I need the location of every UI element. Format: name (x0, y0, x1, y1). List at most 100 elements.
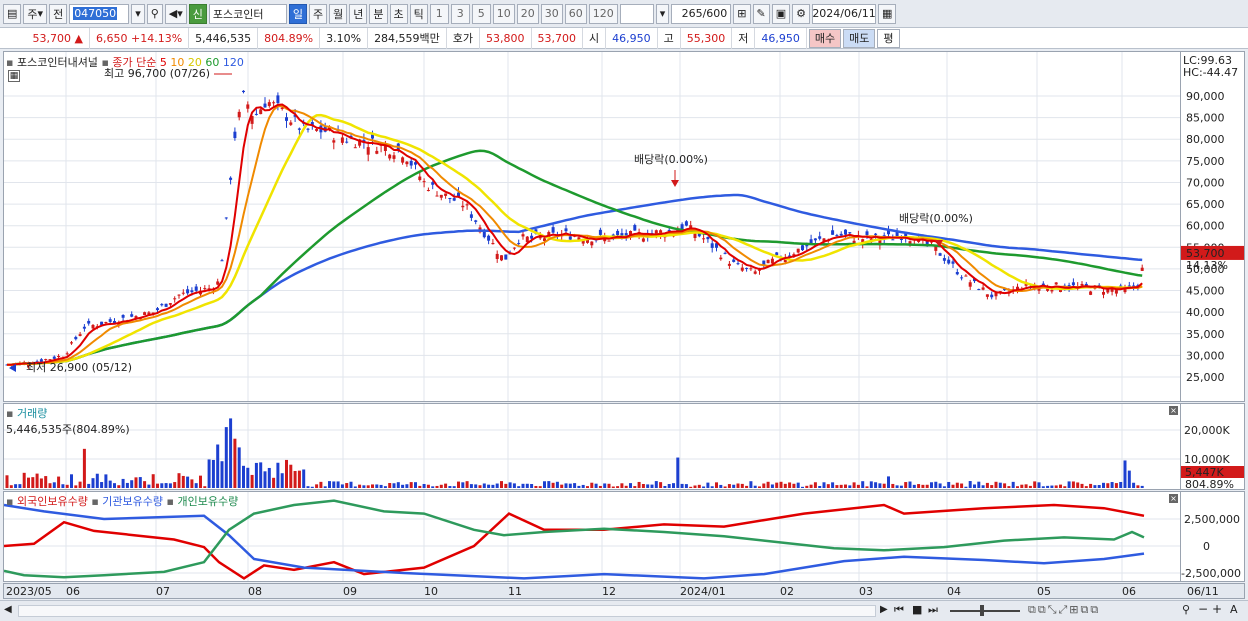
volume-bar (672, 483, 675, 488)
prefix-button[interactable]: 전 (49, 3, 68, 24)
menu-icon[interactable]: ▤ (3, 3, 22, 24)
volume-bar (629, 483, 632, 488)
zoom-slider-handle[interactable] (980, 605, 984, 616)
candle-body (276, 95, 280, 104)
interval-60[interactable]: 60 (564, 3, 587, 24)
volume-bar (577, 485, 581, 488)
count-field[interactable]: 265/600 (671, 3, 732, 24)
interval-20[interactable]: 20 (516, 3, 539, 24)
volume-bar (930, 482, 933, 488)
volume-bar (216, 444, 220, 488)
volume-bar (35, 473, 39, 488)
gear-icon[interactable]: ⚙ (792, 3, 811, 24)
legend-bullet-icon: ▪ (101, 56, 109, 69)
candle-body (749, 268, 753, 270)
last-page-icon[interactable]: ⏭ (928, 603, 938, 617)
interval-3[interactable]: 3 (450, 3, 470, 24)
candle-body (409, 160, 413, 166)
search-icon[interactable]: ⚲ (146, 3, 163, 24)
volume-bar (813, 482, 817, 488)
scroll-right-icon[interactable]: ▶ (880, 604, 888, 615)
high-value: 55,300 (681, 27, 733, 49)
calendar-icon[interactable]: ▦ (878, 3, 897, 24)
code-dropdown-icon[interactable]: ▾ (131, 3, 145, 24)
close-icon[interactable]: × (1169, 406, 1178, 415)
interval-5[interactable]: 5 (471, 3, 491, 24)
volume-bar (237, 447, 241, 488)
volume-chart[interactable] (4, 404, 1180, 489)
interval-10[interactable]: 10 (492, 3, 515, 24)
candle-body (839, 233, 843, 236)
type-select[interactable]: 주 ▾ (23, 3, 48, 24)
price-chart[interactable]: 최고 96,700 (07/26)최저 26,900 (05/12)배당락(0.… (4, 52, 1180, 401)
sell-button[interactable]: 매도 (843, 28, 876, 48)
candle-body (263, 103, 267, 108)
volume-bar (61, 484, 65, 488)
volume-bar (633, 486, 637, 488)
volume-bar (865, 486, 869, 488)
period-tick[interactable]: 틱 (409, 3, 428, 24)
close-icon[interactable]: × (1169, 494, 1178, 503)
candle-body (942, 258, 946, 261)
date-field[interactable]: 2024/06/11 (812, 3, 877, 24)
period-month[interactable]: 월 (329, 3, 348, 24)
period-year[interactable]: 년 (349, 3, 368, 24)
zoom-in-icon[interactable]: + (1212, 602, 1222, 616)
period-day[interactable]: 일 (288, 3, 308, 24)
volume-bar (1071, 481, 1075, 488)
magnifier-icon[interactable]: ⚲ (1182, 603, 1190, 616)
quote-bar: 53,700 ▲ 6,650 +14.13% 5,446,535 804.89%… (0, 27, 1248, 49)
volume-bar (616, 486, 620, 488)
holdings-panel[interactable]: ▪ 외국인보유수량 ▪ 기관보유수량 ▪ 개인보유수량 × (3, 491, 1181, 582)
volume-bar (1011, 481, 1015, 488)
stock-name-field[interactable]: 포스코인터 (208, 3, 287, 24)
interval-1[interactable]: 1 (429, 3, 449, 24)
first-page-icon[interactable]: ⏮ (894, 603, 904, 617)
price-tick: 75,000 (1186, 155, 1225, 168)
legend-bullet-icon: ▪ (91, 495, 99, 508)
volume-bar (439, 484, 443, 488)
candle-body (91, 324, 95, 329)
speaker-icon[interactable]: ◀▾ (164, 3, 187, 24)
interval-120[interactable]: 120 (588, 3, 618, 24)
interval-dropdown-icon[interactable]: ▾ (655, 3, 670, 24)
holdings-legend: ▪ 외국인보유수량 ▪ 기관보유수량 ▪ 개인보유수량 (6, 493, 238, 509)
volume-bar (650, 484, 654, 488)
candle-body (272, 102, 276, 104)
volume-bar (960, 483, 964, 488)
price-chart-panel[interactable]: 최고 96,700 (07/26) 최저 26,900 (05/12) 배당락(0.… (3, 51, 1181, 402)
period-minute[interactable]: 분 (369, 3, 388, 24)
zoom-out-icon[interactable]: − (1198, 602, 1208, 616)
volume-bar (482, 483, 486, 488)
period-week[interactable]: 주 (309, 3, 328, 24)
volume-bar (693, 485, 697, 488)
table-icon[interactable]: ▦ (8, 70, 20, 82)
candle-body (156, 308, 159, 311)
zoom-slider[interactable] (950, 610, 1020, 612)
volume-bar (504, 483, 508, 488)
volume-bar (861, 481, 865, 488)
buy-button[interactable]: 매수 (808, 28, 842, 48)
candle-body (512, 247, 516, 249)
period-second[interactable]: 초 (389, 3, 408, 24)
volume-bar (5, 475, 9, 488)
chart-layout-icons[interactable]: ⧉⧉⤡⤢⊞⧉⧉ (1028, 603, 1100, 617)
interval-30[interactable]: 30 (540, 3, 563, 24)
candle-body (401, 157, 405, 163)
volume-bar (835, 485, 839, 488)
date-label: 06/11 (1187, 585, 1219, 598)
volume-bar (276, 462, 280, 488)
horizontal-scrollbar[interactable] (18, 605, 876, 617)
save-icon[interactable]: ▣ (771, 3, 791, 24)
scroll-left-icon[interactable]: ◀ (4, 604, 12, 615)
draw-icon[interactable]: ✎ (752, 3, 770, 24)
volume-bar (362, 485, 366, 488)
stock-code-input[interactable]: 047050 (69, 3, 130, 24)
interval-custom-input[interactable] (619, 3, 654, 24)
volume-panel[interactable]: ▪ 거래량 5,446,535주(804.89%) × (3, 403, 1181, 490)
stop-icon[interactable]: ■ (912, 603, 922, 616)
font-size-icon[interactable]: A (1230, 603, 1238, 616)
volume-bar (57, 476, 61, 488)
eval-button[interactable]: 평 (877, 28, 900, 48)
chart-tools-icon[interactable]: ⊞ (733, 3, 751, 24)
